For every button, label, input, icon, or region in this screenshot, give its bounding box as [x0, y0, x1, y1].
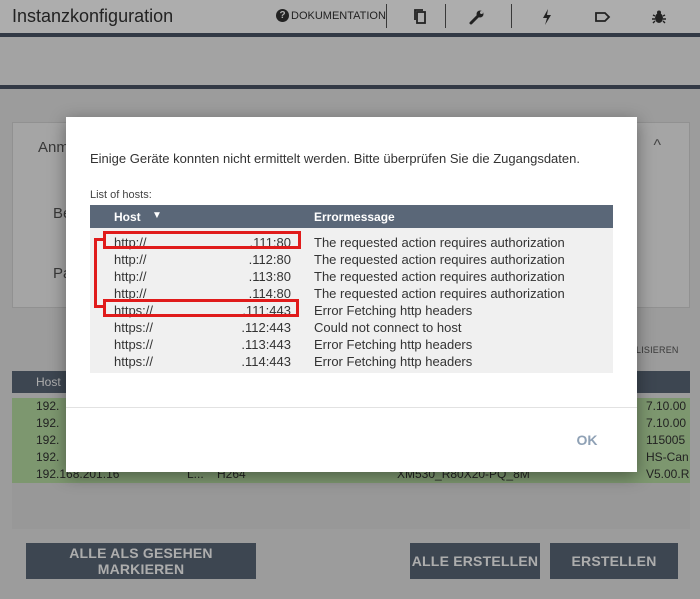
host-protocol: http:// [114, 252, 147, 267]
host-address: .112:443 [241, 320, 291, 335]
host-address: .113:443 [241, 337, 291, 352]
host-address: .114:443 [241, 354, 291, 369]
error-message: Error Fetching http headers [314, 337, 473, 352]
column-host-header[interactable]: Host [114, 210, 141, 224]
host-protocol: https:// [114, 337, 154, 352]
host-protocol: https:// [114, 354, 154, 369]
error-message: The requested action requires authorizat… [314, 235, 565, 250]
table-header: Host ▼ Errormessage [90, 205, 613, 228]
highlight-box-http [103, 231, 301, 249]
error-message: Error Fetching http headers [314, 354, 473, 369]
error-message: The requested action requires authorizat… [314, 286, 565, 301]
sort-desc-icon[interactable]: ▼ [152, 210, 162, 221]
dialog-message: Einige Geräte konnten nicht ermittelt we… [90, 151, 580, 166]
highlight-connector [94, 305, 104, 308]
table-row: https:// .114:443 Error Fetching http head… [90, 353, 613, 370]
error-message: Error Fetching http headers [314, 303, 473, 318]
dialog-divider [66, 407, 637, 408]
highlight-box-https [103, 299, 299, 317]
table-row: https:// .113:443 Error Fetching http head… [90, 336, 613, 353]
column-error-header: Errormessage [314, 210, 395, 224]
table-row: http:// .112:80 The requested action requi… [90, 251, 613, 268]
host-protocol: https:// [114, 320, 154, 335]
table-row: http:// .113:80 The requested action requi… [90, 268, 613, 285]
error-message: The requested action requires authorizat… [314, 252, 565, 267]
host-address: .113:80 [248, 269, 291, 284]
host-address: .112:80 [248, 252, 291, 267]
error-message: The requested action requires authorizat… [314, 269, 565, 284]
host-error-dialog: Einige Geräte konnten nicht ermittelt we… [66, 117, 637, 472]
error-message: Could not connect to host [314, 320, 462, 335]
table-row: https:// .112:443 Could not connect to hos… [90, 319, 613, 336]
highlight-connector [94, 238, 104, 241]
host-list-label: List of hosts: [90, 189, 152, 201]
ok-button[interactable]: OK [562, 427, 612, 453]
host-protocol: http:// [114, 269, 147, 284]
highlight-connector [94, 238, 97, 308]
